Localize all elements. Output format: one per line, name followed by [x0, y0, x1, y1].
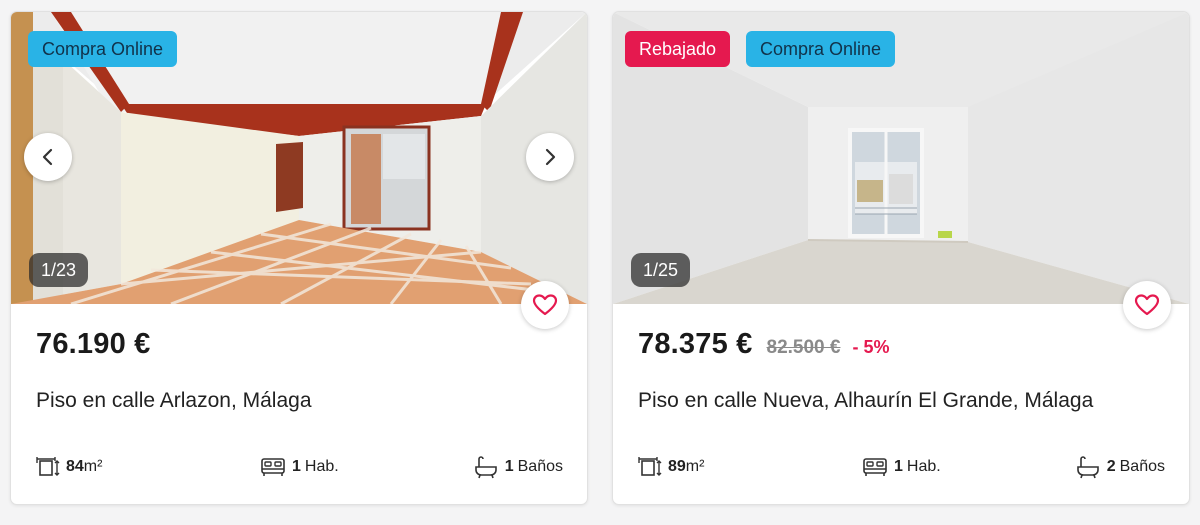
favorite-button[interactable] — [1123, 281, 1171, 329]
baths-unit: Baños — [517, 458, 563, 475]
bed-icon — [261, 458, 285, 476]
online-purchase-badge: Compra Online — [746, 31, 896, 67]
price-row: 76.190 € — [36, 328, 151, 361]
discount-percent: - 5% — [852, 337, 890, 357]
price: 78.375 € — [638, 328, 753, 360]
feature-area: 84 m² — [36, 454, 102, 480]
rooms-unit: Hab. — [906, 458, 941, 475]
property-photo[interactable]: Rebajado Compra Online 1/25 — [613, 12, 1189, 304]
property-features: 89 m² 1 Hab. 2 Baños — [638, 454, 1165, 480]
feature-baths: 1 Baños — [473, 454, 563, 480]
chevron-left-icon — [42, 148, 53, 166]
bed-icon — [863, 458, 887, 476]
discount-badge: Rebajado — [625, 31, 731, 67]
favorite-button[interactable] — [521, 281, 569, 329]
next-photo-button[interactable] — [526, 133, 574, 181]
baths-value: 1 — [504, 458, 514, 475]
property-title[interactable]: Piso en calle Arlazon, Málaga — [36, 389, 312, 413]
feature-area: 89 m² — [638, 454, 704, 480]
area-unit: m² — [685, 458, 705, 475]
baths-unit: Baños — [1119, 458, 1165, 475]
property-card[interactable]: Compra Online 1/23 76.190 € Piso en call… — [10, 11, 588, 505]
bath-icon — [474, 456, 497, 479]
area-value: 89 — [668, 458, 686, 475]
feature-rooms: 1 Hab. — [260, 454, 339, 480]
previous-photo-button[interactable] — [24, 133, 72, 181]
rooms-value: 1 — [292, 458, 301, 475]
price-row: 78.375 € 82.500 € - 5% — [638, 328, 889, 361]
photo-counter: 1/25 — [631, 253, 691, 287]
price: 76.190 € — [36, 328, 151, 360]
property-photo[interactable]: Compra Online 1/23 — [11, 12, 587, 304]
area-icon — [36, 457, 60, 476]
property-card[interactable]: Rebajado Compra Online 1/25 78.375 € 82.… — [612, 11, 1190, 505]
property-features: 84 m² 1 Hab. 1 Baños — [36, 454, 563, 480]
rooms-unit: Hab. — [304, 458, 339, 475]
online-purchase-badge: Compra Online — [28, 31, 178, 67]
area-icon — [638, 457, 662, 476]
old-price: 82.500 € — [766, 337, 841, 358]
chevron-right-icon — [545, 148, 556, 166]
feature-rooms: 1 Hab. — [862, 454, 941, 480]
baths-value: 2 — [1106, 458, 1116, 475]
bath-icon — [1076, 456, 1099, 479]
area-value: 84 — [66, 458, 84, 475]
feature-baths: 2 Baños — [1075, 454, 1165, 480]
area-unit: m² — [83, 458, 103, 475]
heart-icon — [1134, 294, 1160, 316]
property-title[interactable]: Piso en calle Nueva, Alhaurín El Grande,… — [638, 389, 1093, 413]
rooms-value: 1 — [894, 458, 903, 475]
photo-counter: 1/23 — [29, 253, 89, 287]
heart-icon — [532, 294, 558, 316]
